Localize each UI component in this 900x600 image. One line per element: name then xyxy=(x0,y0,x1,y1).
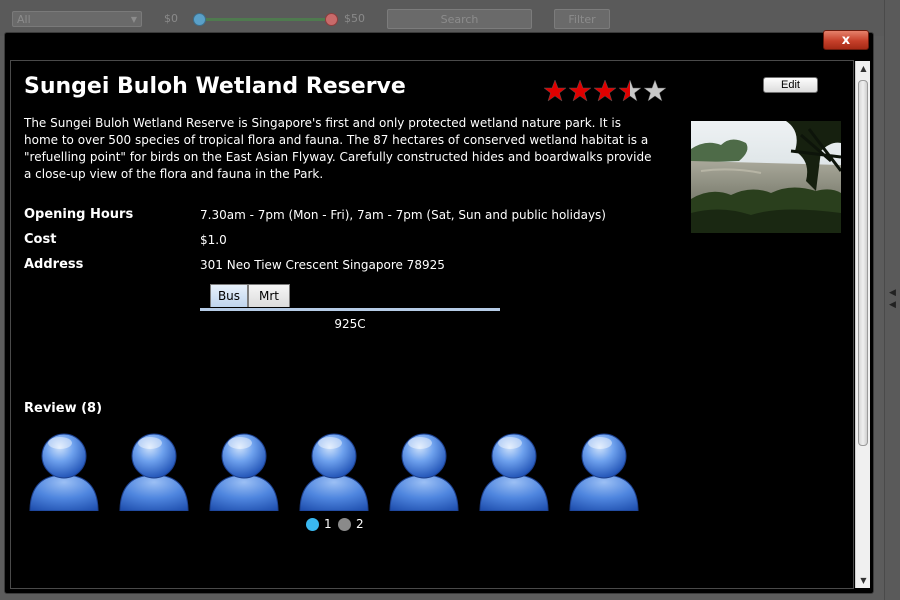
price-max-handle[interactable] xyxy=(325,13,338,26)
filter-button[interactable]: Filter xyxy=(554,9,610,29)
tab-underline xyxy=(200,308,500,311)
cost-label: Cost xyxy=(24,232,57,247)
transport-info: 925C xyxy=(334,317,366,331)
star-full-icon[interactable] xyxy=(593,79,617,103)
reviewer-avatar-icon[interactable] xyxy=(477,431,551,512)
page-dot-1[interactable] xyxy=(306,518,319,531)
vertical-scrollbar[interactable]: ▲ ▼ xyxy=(855,61,870,588)
close-button[interactable]: x xyxy=(823,30,869,50)
rating-stars[interactable] xyxy=(543,79,667,105)
price-min-label: $0 xyxy=(164,12,178,25)
star-full-icon[interactable] xyxy=(543,79,567,103)
tab-mrt[interactable]: Mrt xyxy=(248,284,290,307)
page-number-2[interactable]: 2 xyxy=(356,517,364,532)
reviewer-avatar-icon[interactable] xyxy=(297,431,371,512)
category-select[interactable]: All ▼ xyxy=(12,11,142,27)
cost-value: $1.0 xyxy=(200,233,227,247)
chevron-down-icon: ▼ xyxy=(130,15,137,24)
category-select-value: All xyxy=(17,13,31,26)
background-toolbar: All ▼ $0 $50 Search Filter xyxy=(0,0,884,36)
attraction-details-dialog: x ▲ ▼ Sungei Buloh Wetland Reserve Edit … xyxy=(4,30,874,594)
reviewer-avatar-icon[interactable] xyxy=(117,431,191,512)
collapse-left-icon[interactable]: ◀ xyxy=(889,288,896,298)
collapse-left-icon[interactable]: ◀ xyxy=(889,300,896,310)
attraction-description: The Sungei Buloh Wetland Reserve is Sing… xyxy=(24,116,652,181)
search-button[interactable]: Search xyxy=(387,9,532,29)
reviewer-avatar-icon[interactable] xyxy=(27,431,101,512)
price-min-handle[interactable] xyxy=(193,13,206,26)
scroll-up-icon[interactable]: ▲ xyxy=(858,64,869,73)
review-heading: Review (8) xyxy=(24,401,103,416)
scrollbar-thumb[interactable] xyxy=(858,80,868,446)
scroll-down-icon[interactable]: ▼ xyxy=(858,576,869,585)
reviewer-avatar-icon[interactable] xyxy=(207,431,281,512)
star-empty-icon[interactable] xyxy=(643,79,667,103)
close-icon: x xyxy=(841,33,851,48)
edit-button[interactable]: Edit xyxy=(763,77,818,93)
reviewer-avatar-icon[interactable] xyxy=(567,431,641,512)
page-number-1[interactable]: 1 xyxy=(324,517,332,532)
address-label: Address xyxy=(24,257,84,272)
opening-hours-value: 7.30am - 7pm (Mon - Fri), 7am - 7pm (Sat… xyxy=(200,208,606,222)
price-max-label: $50 xyxy=(344,12,365,25)
address-value: 301 Neo Tiew Crescent Singapore 78925 xyxy=(200,258,445,272)
reviewer-avatar-icon[interactable] xyxy=(387,431,461,512)
attraction-title: Sungei Buloh Wetland Reserve xyxy=(24,74,406,99)
attraction-photo xyxy=(691,121,841,233)
star-full-icon[interactable] xyxy=(568,79,592,103)
opening-hours-label: Opening Hours xyxy=(24,207,134,222)
star-half-icon[interactable] xyxy=(618,79,642,103)
side-panel-collapsed[interactable]: ◀ ◀ xyxy=(884,0,900,600)
page-dot-2[interactable] xyxy=(338,518,351,531)
tab-bus[interactable]: Bus xyxy=(210,284,248,307)
price-range-slider[interactable] xyxy=(198,18,330,21)
